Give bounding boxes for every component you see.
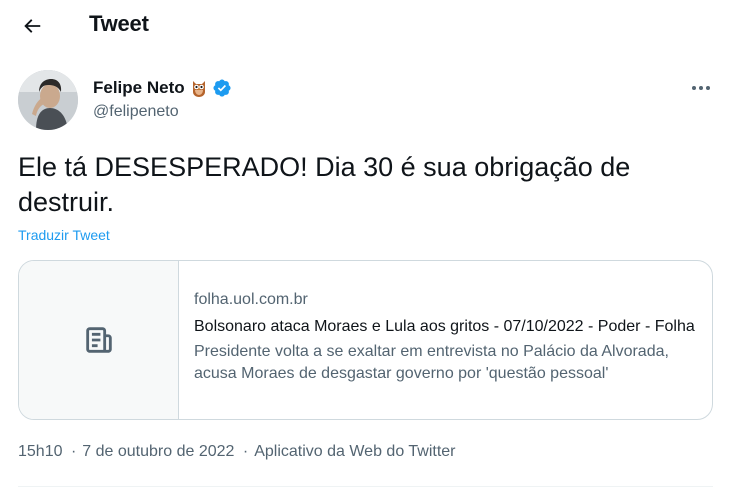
tweet-date[interactable]: 7 de outubro de 2022 [82, 443, 234, 460]
tweet-author: Felipe Neto @felipeneto [18, 70, 738, 132]
dot-icon [699, 86, 703, 90]
dot-icon [692, 86, 696, 90]
more-options-button[interactable] [684, 76, 718, 100]
link-preview-card[interactable]: folha.uol.com.br Bolsonaro ataca Moraes … [18, 260, 713, 420]
arrow-left-icon [24, 19, 41, 33]
card-description: Presidente volta a se exaltar em entrevi… [194, 343, 669, 382]
divider [18, 486, 713, 487]
card-title: Bolsonaro ataca Moraes e Lula aos gritos… [194, 318, 695, 335]
meta-separator: · [242, 443, 249, 460]
card-body: folha.uol.com.br Bolsonaro ataca Moraes … [194, 289, 699, 385]
document-icon [85, 327, 112, 353]
tweet-text: Ele tá DESESPERADO! Dia 30 é sua obrigaç… [18, 152, 631, 217]
dot-icon [706, 86, 710, 90]
owl-emoji-icon [189, 78, 209, 98]
back-button[interactable] [14, 8, 50, 44]
tweet-metadata: 15h10 · 7 de outubro de 2022 · Aplicativo … [18, 443, 456, 461]
tweet-time[interactable]: 15h10 [18, 443, 63, 460]
page-title: Tweet [89, 11, 149, 36]
user-handle[interactable]: @felipeneto [93, 103, 179, 121]
name-row: Felipe Neto [93, 76, 232, 100]
card-thumbnail [19, 261, 179, 419]
card-domain: folha.uol.com.br [194, 291, 308, 308]
translate-tweet-link[interactable]: Traduzir Tweet [18, 227, 110, 243]
tweet-header: Tweet [0, 0, 750, 50]
avatar[interactable] [18, 70, 78, 130]
meta-separator: · [70, 443, 77, 460]
tweet-source[interactable]: Aplicativo da Web do Twitter [254, 443, 455, 460]
verified-badge-icon[interactable] [212, 78, 232, 98]
display-name[interactable]: Felipe Neto [93, 78, 185, 98]
